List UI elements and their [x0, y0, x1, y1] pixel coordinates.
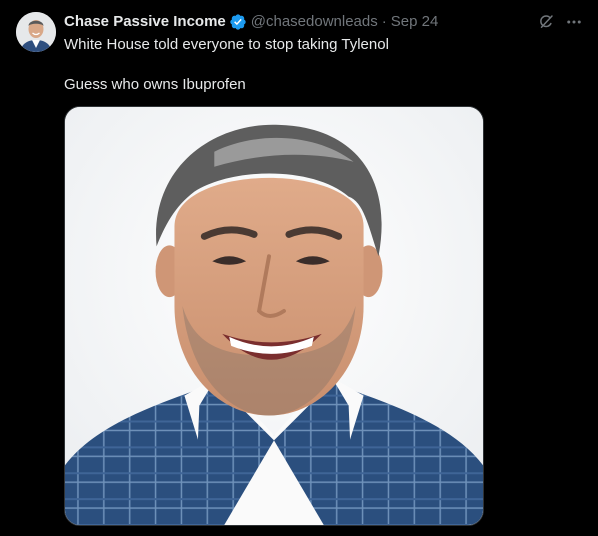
avatar[interactable] — [16, 12, 56, 52]
tweet-text-line-1: White House told everyone to stop taking… — [64, 36, 389, 53]
tweet-header: Chase Passive Income @chasedownleads · S… — [64, 12, 438, 32]
display-name[interactable]: Chase Passive Income — [64, 12, 226, 32]
tweet-actions — [536, 12, 584, 32]
grok-icon[interactable] — [536, 12, 556, 32]
verified-badge-icon[interactable] — [229, 13, 247, 31]
user-handle[interactable]: @chasedownleads — [251, 12, 378, 32]
more-icon[interactable] — [564, 12, 584, 32]
tweet-photo[interactable] — [64, 106, 484, 526]
separator-dot: · — [381, 13, 387, 30]
tweet-date[interactable]: Sep 24 — [391, 12, 439, 32]
tweet-text: White House told everyone to stop taking… — [64, 35, 564, 95]
tweet[interactable]: Chase Passive Income @chasedownleads · S… — [0, 0, 598, 536]
tweet-text-line-2: Guess who owns Ibuprofen — [64, 76, 246, 93]
